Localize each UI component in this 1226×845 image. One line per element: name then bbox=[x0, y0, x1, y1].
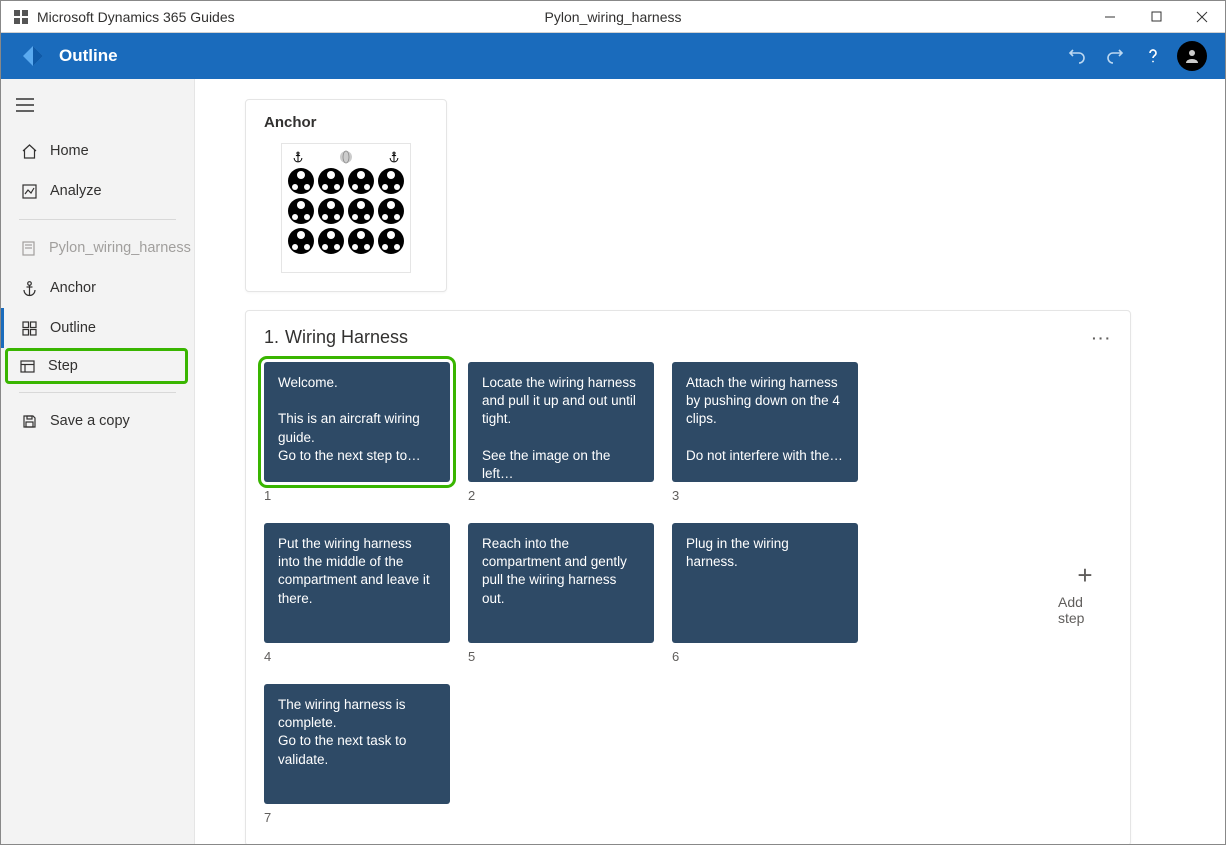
document-title: Pylon_wiring_harness bbox=[545, 9, 682, 25]
step-item: Welcome. This is an aircraft wiring guid… bbox=[264, 362, 450, 503]
anchor-thumbnail bbox=[281, 143, 411, 273]
anchor-card[interactable]: Anchor bbox=[245, 99, 447, 292]
step-text: Reach into the compartment and gently pu… bbox=[482, 536, 627, 606]
sidebar-item-label: Save a copy bbox=[50, 413, 130, 429]
add-step-label: Add step bbox=[1058, 594, 1112, 626]
main-area: Home Analyze Pylon_wiring_harness Anchor… bbox=[1, 79, 1225, 844]
task-number: 1. bbox=[264, 327, 279, 348]
step-text: Attach the wiring harness by pushing dow… bbox=[686, 375, 843, 463]
step-icon bbox=[18, 358, 36, 375]
step-item: Locate the wiring harness and pull it up… bbox=[468, 362, 654, 503]
step-item: The wiring harness is complete. Go to th… bbox=[264, 684, 450, 825]
step-number: 6 bbox=[672, 649, 858, 664]
product-logo-icon bbox=[19, 42, 47, 70]
anchor-small-icon bbox=[388, 151, 400, 163]
step-card[interactable]: Attach the wiring harness by pushing dow… bbox=[672, 362, 858, 482]
sidebar-item-guide-name[interactable]: Pylon_wiring_harness bbox=[1, 228, 194, 268]
help-button[interactable] bbox=[1139, 42, 1167, 70]
task-name[interactable]: Wiring Harness bbox=[285, 327, 408, 348]
app-name: Microsoft Dynamics 365 Guides bbox=[37, 9, 235, 25]
step-item: Reach into the compartment and gently pu… bbox=[468, 523, 654, 664]
save-icon bbox=[20, 413, 38, 430]
step-text: Welcome. This is an aircraft wiring guid… bbox=[278, 375, 421, 463]
step-text: Put the wiring harness into the middle o… bbox=[278, 536, 430, 606]
sidebar-item-label: Anchor bbox=[50, 280, 96, 296]
sidebar-item-home[interactable]: Home bbox=[1, 131, 194, 171]
plus-icon: + bbox=[1077, 562, 1092, 588]
user-avatar[interactable] bbox=[1177, 41, 1207, 71]
menu-toggle-button[interactable] bbox=[5, 89, 45, 121]
step-card[interactable]: Put the wiring harness into the middle o… bbox=[264, 523, 450, 643]
step-number: 1 bbox=[264, 488, 450, 503]
ribbon-actions bbox=[1063, 41, 1207, 71]
step-item: Attach the wiring harness by pushing dow… bbox=[672, 362, 858, 503]
step-text: Locate the wiring harness and pull it up… bbox=[482, 375, 636, 481]
step-text: Plug in the wiring harness. bbox=[686, 536, 789, 569]
sidebar-item-label: Outline bbox=[50, 320, 96, 336]
sidebar-item-anchor[interactable]: Anchor bbox=[1, 268, 194, 308]
sidebar-item-label: Step bbox=[48, 358, 78, 374]
sidebar-item-label: Pylon_wiring_harness bbox=[49, 240, 191, 256]
steps-grid: Welcome. This is an aircraft wiring guid… bbox=[264, 362, 1046, 825]
anchor-card-label: Anchor bbox=[264, 114, 428, 131]
sidebar-item-analyze[interactable]: Analyze bbox=[1, 171, 194, 211]
separator bbox=[19, 219, 176, 220]
globe-icon bbox=[339, 150, 353, 164]
sidebar-item-label: Analyze bbox=[50, 183, 102, 199]
outline-icon bbox=[20, 320, 38, 337]
redo-button[interactable] bbox=[1101, 42, 1129, 70]
step-number: 7 bbox=[264, 810, 450, 825]
step-card[interactable]: Reach into the compartment and gently pu… bbox=[468, 523, 654, 643]
analyze-icon bbox=[20, 183, 38, 200]
sidebar-item-label: Home bbox=[50, 143, 89, 159]
maximize-button[interactable] bbox=[1133, 1, 1179, 33]
step-number: 2 bbox=[468, 488, 654, 503]
step-item: Plug in the wiring harness. 6 bbox=[672, 523, 858, 664]
content-area: Anchor 1. Wiring Harness ·· bbox=[195, 79, 1225, 844]
app-icon bbox=[13, 9, 29, 25]
document-icon bbox=[20, 240, 37, 257]
ribbon-title: Outline bbox=[59, 46, 118, 66]
sidebar: Home Analyze Pylon_wiring_harness Anchor… bbox=[1, 79, 195, 844]
titlebar: Microsoft Dynamics 365 Guides Pylon_wiri… bbox=[1, 1, 1225, 33]
anchor-icon bbox=[20, 280, 38, 297]
sidebar-item-save-copy[interactable]: Save a copy bbox=[1, 401, 194, 441]
task-header: 1. Wiring Harness ··· bbox=[264, 327, 1112, 348]
ribbon: Outline bbox=[1, 33, 1225, 79]
close-button[interactable] bbox=[1179, 1, 1225, 33]
home-icon bbox=[20, 143, 38, 160]
step-card[interactable]: Locate the wiring harness and pull it up… bbox=[468, 362, 654, 482]
step-number: 5 bbox=[468, 649, 654, 664]
step-item: Put the wiring harness into the middle o… bbox=[264, 523, 450, 664]
task-more-button[interactable]: ··· bbox=[1092, 330, 1112, 346]
step-number: 3 bbox=[672, 488, 858, 503]
app-window: Microsoft Dynamics 365 Guides Pylon_wiri… bbox=[0, 0, 1226, 845]
separator bbox=[19, 392, 176, 393]
step-text: The wiring harness is complete. Go to th… bbox=[278, 697, 406, 767]
sidebar-item-outline[interactable]: Outline bbox=[1, 308, 194, 348]
step-card[interactable]: Welcome. This is an aircraft wiring guid… bbox=[264, 362, 450, 482]
anchor-small-icon bbox=[292, 151, 304, 163]
minimize-button[interactable] bbox=[1087, 1, 1133, 33]
step-number: 4 bbox=[264, 649, 450, 664]
task-card: 1. Wiring Harness ··· Welcome. This is a… bbox=[245, 310, 1131, 844]
add-step-button[interactable]: + Add step bbox=[1058, 362, 1112, 825]
window-controls bbox=[1087, 1, 1225, 33]
sidebar-item-step[interactable]: Step bbox=[5, 348, 188, 384]
undo-button[interactable] bbox=[1063, 42, 1091, 70]
step-card[interactable]: The wiring harness is complete. Go to th… bbox=[264, 684, 450, 804]
step-card[interactable]: Plug in the wiring harness. bbox=[672, 523, 858, 643]
